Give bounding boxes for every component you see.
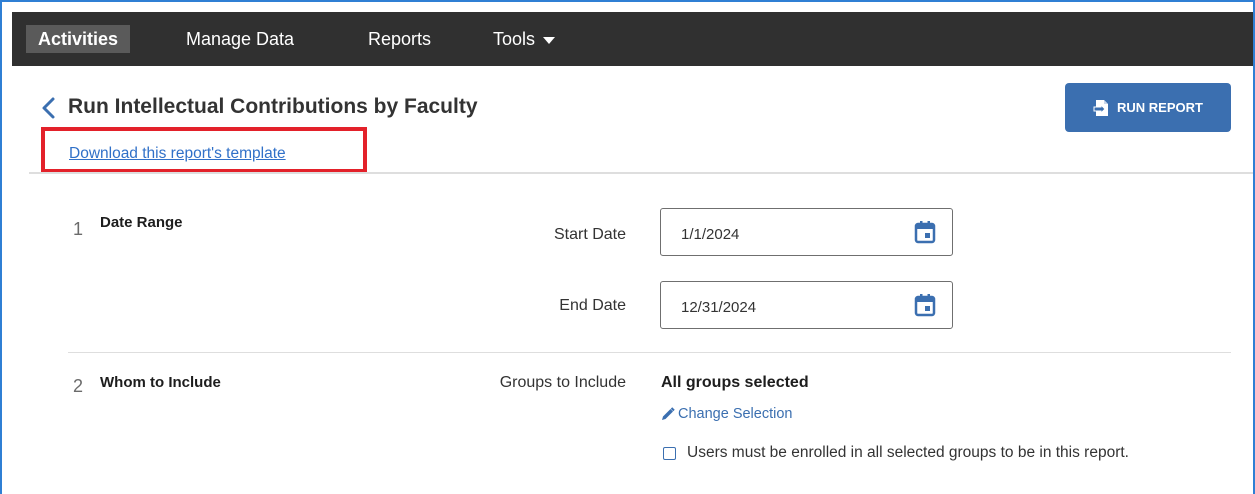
nav-manage-data-label: Manage Data [186, 29, 295, 49]
nav-reports[interactable]: Reports [356, 25, 443, 53]
calendar-icon[interactable] [914, 293, 936, 317]
nav-tools[interactable]: Tools [481, 25, 567, 53]
section-number: 1 [73, 219, 84, 239]
pencil-icon [662, 407, 675, 420]
start-date-value: 1/1/2024 [681, 226, 740, 243]
all-groups-checkbox[interactable] [663, 447, 676, 460]
groups-to-include-label: Groups to Include [499, 374, 626, 391]
nav-tools-label: Tools [493, 29, 536, 49]
caret-down-icon [543, 36, 556, 44]
start-date-field[interactable]: 1/1/2024 [660, 208, 953, 256]
window-frame [0, 0, 1255, 494]
end-date-label: End Date [559, 297, 626, 314]
nav-activities[interactable]: Activities [26, 25, 131, 53]
calendar-icon[interactable] [914, 220, 936, 244]
top-nav: Activities Manage Data Reports Tools [12, 12, 1253, 66]
section-number: 2 [73, 376, 84, 396]
run-report-label: RUN REPORT [1117, 100, 1203, 115]
highlight-annotation [41, 127, 367, 173]
nav-activities-label: Activities [38, 29, 119, 49]
end-date-field[interactable]: 12/31/2024 [660, 281, 953, 329]
change-selection-label: Change Selection [678, 406, 793, 422]
groups-selected-value: All groups selected [661, 374, 809, 391]
change-selection-link[interactable]: Change Selection [661, 406, 792, 422]
header-divider [29, 172, 1253, 174]
nav-manage-data[interactable]: Manage Data [174, 25, 306, 53]
start-date-label: Start Date [553, 226, 626, 243]
nav-reports-label: Reports [368, 29, 432, 49]
end-date-value: 12/31/2024 [681, 299, 757, 316]
all-groups-checkbox-label: Users must be enrolled in all selected g… [687, 444, 1129, 461]
chevron-left-icon[interactable] [38, 96, 60, 120]
section-divider [68, 352, 1231, 353]
page-title: Run Intellectual Contributions by Facult… [68, 95, 478, 118]
section-title-whom-to-include: Whom to Include [100, 374, 221, 391]
section-title-date-range: Date Range [100, 214, 183, 231]
run-report-button[interactable]: RUN REPORT [1065, 83, 1231, 132]
run-report-icon [1093, 99, 1109, 116]
